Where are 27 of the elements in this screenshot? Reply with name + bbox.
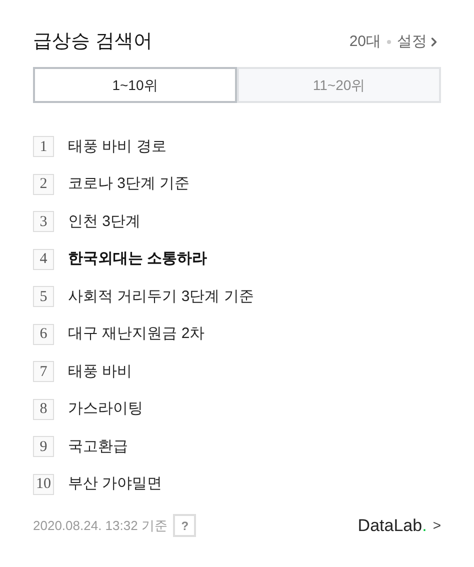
help-button[interactable]: ? (173, 514, 196, 538)
rank-number: 5 (33, 286, 54, 308)
rank-number: 7 (33, 361, 54, 382)
datalab-link[interactable]: DataLab. > (358, 513, 441, 538)
keyword-link[interactable]: 대구 재난지원금 2차 (68, 323, 205, 346)
rank-number: 2 (33, 174, 54, 195)
rank-number: 1 (33, 136, 54, 158)
timestamp-text: 2020.08.24. 13:32 기준 (33, 517, 168, 535)
keyword-link[interactable]: 부산 가야밀면 (68, 473, 162, 496)
settings-link[interactable]: 설정 (397, 30, 441, 54)
rank-number: 6 (33, 324, 54, 345)
keyword-link[interactable]: 태풍 바비 경로 (68, 136, 166, 158)
section-title: 급상승 검색어 (33, 30, 152, 54)
rank-number: 3 (33, 211, 54, 232)
keyword-link[interactable]: 한국외대는 소통하라 (68, 248, 208, 270)
rank-number: 4 (33, 248, 54, 270)
rank-number: 10 (33, 474, 54, 495)
keyword-link[interactable]: 코로나 3단계 기준 (68, 173, 190, 196)
keyword-link[interactable]: 태풍 바비 (68, 360, 132, 383)
age-filter-link[interactable]: 20대 (349, 30, 381, 54)
ranking-tab[interactable]: 1~10위 (33, 67, 237, 103)
keyword-link[interactable]: 사회적 거리두기 3단계 기준 (68, 286, 254, 308)
keyword-link[interactable]: 가스라이팅 (68, 398, 143, 420)
rank-number: 9 (33, 436, 54, 458)
keyword-link[interactable]: 인천 3단계 (68, 210, 141, 233)
keyword-link[interactable]: 국고환급 (68, 436, 128, 458)
rank-number: 8 (33, 398, 54, 420)
